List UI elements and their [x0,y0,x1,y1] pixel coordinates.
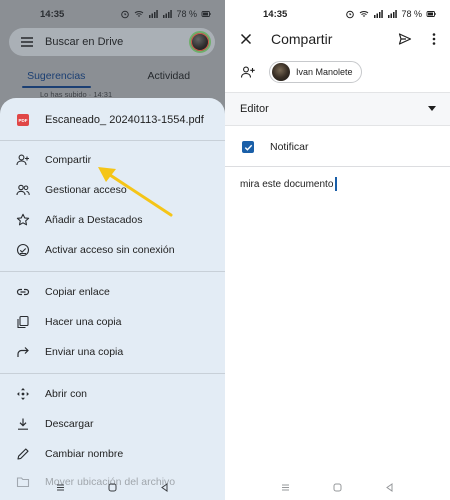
star-icon [16,213,30,226]
battery-icon [426,11,436,17]
hamburger-menu-icon[interactable] [19,34,35,50]
menu-item-abrir-con[interactable]: Abrir con [0,382,225,406]
divider [225,166,450,167]
recents-icon[interactable] [280,482,291,493]
link-icon [16,288,30,296]
alarm-icon [346,10,355,19]
message-field[interactable]: mira este documento [240,177,337,191]
text-cursor [335,177,337,191]
menu-item-label: Cambiar nombre [45,448,124,460]
dropdown-caret-icon [428,106,436,111]
file-actions-sheet: PDF Escaneado_ 20240113-1554.pdf Compart… [0,98,225,500]
share-screen: 14:35 78 % Compartir Ivan Manolete Edito… [225,0,450,500]
signal-icon [163,10,173,18]
role-dropdown[interactable]: Editor [225,92,450,126]
copy-icon [17,315,29,329]
search-bar[interactable]: Buscar en Drive [9,28,215,56]
annotation-arrow [98,167,173,217]
drive-tabs: Sugerencias Actividad [0,66,225,88]
status-time: 14:35 [40,8,65,20]
check-icon [244,144,252,151]
recipient-name: Ivan Manolete [296,67,353,77]
home-icon[interactable] [107,482,118,493]
divider [0,271,225,272]
send-icon[interactable] [398,32,412,46]
menu-item-label: Activar acceso sin conexión [45,244,175,256]
battery-icon [201,11,211,17]
person-add-icon[interactable] [240,65,256,79]
people-icon [16,184,30,196]
wifi-icon [360,11,369,17]
divider [0,140,225,141]
alarm-icon [121,10,130,19]
status-icons: 78 % [345,9,436,19]
sheet-file-header: PDF Escaneado_ 20240113-1554.pdf [0,108,225,132]
message-text[interactable]: mira este documento [240,179,333,190]
system-nav-bar [225,474,450,500]
share-app-bar: Compartir [225,26,450,52]
account-avatar[interactable] [189,31,211,53]
menu-item-enviar-copia[interactable]: Enviar una copia [0,340,225,364]
page-title: Compartir [271,31,333,47]
edit-icon [17,448,29,460]
recipient-avatar [272,63,290,81]
menu-item-descargar[interactable]: Descargar [0,412,225,436]
menu-item-hacer-copia[interactable]: Hacer una copia [0,310,225,334]
role-value: Editor [240,103,269,115]
menu-item-copiar-enlace[interactable]: Copiar enlace [0,280,225,304]
offline-icon [16,243,30,257]
recipients-row: Ivan Manolete [225,60,450,84]
menu-item-label: Compartir [45,154,92,166]
tab-activity[interactable]: Actividad [113,66,226,88]
signal-icon [374,10,384,18]
wifi-icon [135,11,144,17]
recipient-chip[interactable]: Ivan Manolete [269,61,362,83]
menu-item-label: Enviar una copia [45,346,124,358]
status-bar: 14:35 78 % [225,0,450,28]
download-icon [18,418,28,430]
menu-item-cambiar-nombre[interactable]: Cambiar nombre [0,442,225,466]
status-icons: 78 % [120,9,211,19]
tab-suggestions[interactable]: Sugerencias [0,66,113,88]
signal-icon [149,10,159,18]
menu-item-label: Hacer una copia [45,316,122,328]
notify-option[interactable]: Notificar [225,132,450,162]
menu-item-offline[interactable]: Activar acceso sin conexión [0,238,225,262]
recents-icon[interactable] [55,482,66,493]
divider [0,373,225,374]
battery-level: 78 % [176,9,197,19]
notify-checkbox[interactable] [242,141,254,153]
search-placeholder[interactable]: Buscar en Drive [45,36,189,48]
close-icon[interactable] [239,32,253,46]
back-icon[interactable] [159,482,170,493]
person-add-icon [16,154,29,166]
menu-item-label: Abrir con [45,388,88,400]
pdf-file-icon: PDF [17,114,29,126]
back-icon[interactable] [384,482,395,493]
drive-screen: 14:35 78 % Buscar en Drive Sugerencias A… [0,0,225,500]
more-vert-icon[interactable] [428,32,440,46]
menu-item-label: Copiar enlace [45,286,110,298]
battery-level: 78 % [401,9,422,19]
notify-label: Notificar [270,141,309,153]
menu-item-label: Descargar [45,418,94,430]
forward-icon [17,347,29,357]
status-bar: 14:35 78 % [0,0,225,28]
system-nav-bar [0,474,225,500]
signal-icon [388,10,398,18]
home-icon[interactable] [332,482,343,493]
file-name: Escaneado_ 20240113-1554.pdf [45,114,204,126]
open-with-icon [17,388,29,400]
status-time: 14:35 [263,8,288,20]
